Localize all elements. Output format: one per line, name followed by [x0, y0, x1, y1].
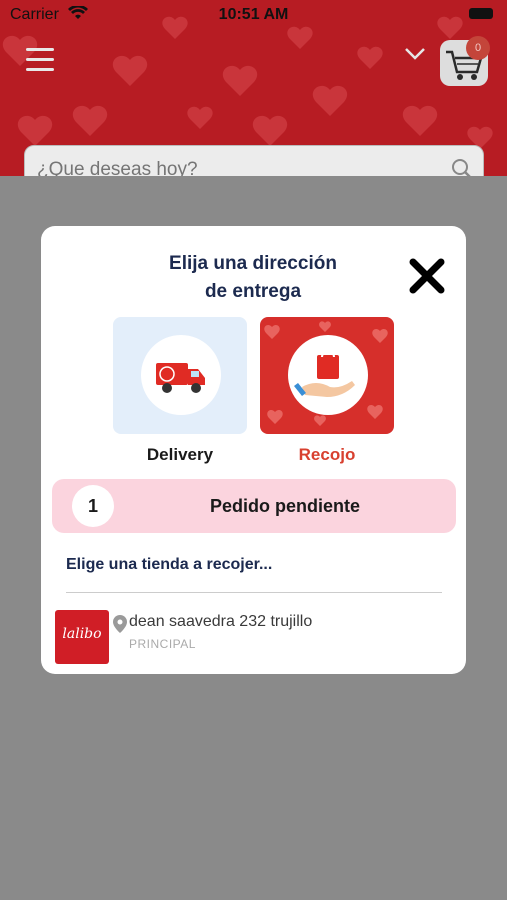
hamburger-menu-icon[interactable]: [26, 48, 54, 74]
store-logo-text: lalibo: [62, 626, 102, 642]
store-list-item[interactable]: lalibo dean saavedra 232 trujillo PRINCI…: [55, 609, 455, 665]
pending-count-badge: 1: [72, 485, 114, 527]
app-header: Carrier 10:51 AM 0: [0, 0, 507, 176]
choose-store-heading: Elige una tienda a recojer...: [66, 556, 273, 573]
delivery-option-label[interactable]: Delivery: [113, 445, 247, 465]
pending-order-label: Pedido pendiente: [209, 496, 360, 516]
store-logo: lalibo: [55, 610, 109, 664]
divider: [66, 592, 442, 593]
recojo-option-label[interactable]: Recojo: [260, 445, 394, 465]
status-time: 10:51 AM: [218, 6, 289, 23]
store-tag: PRINCIPAL: [129, 637, 196, 651]
delivery-address-modal: Elija una dirección de entrega Delivery: [41, 226, 466, 674]
delivery-icon-circle: [141, 335, 221, 415]
cart-count-badge: 0: [466, 36, 490, 60]
status-bar: Carrier 10:51 AM: [0, 4, 507, 26]
close-icon[interactable]: [407, 256, 447, 296]
recojo-icon-circle: [288, 335, 368, 415]
store-address: dean saavedra 232 trujillo: [129, 613, 313, 630]
truck-icon: [156, 363, 205, 393]
search-bar[interactable]: [24, 145, 484, 176]
search-icon[interactable]: [451, 158, 473, 176]
modal-title: Elija una dirección de entrega: [83, 250, 423, 306]
modal-title-line1: Elija una dirección: [169, 253, 337, 274]
delivery-option[interactable]: [113, 317, 247, 434]
pending-order-banner[interactable]: 1 Pedido pendiente: [52, 479, 456, 533]
shopping-bag-hand-icon: [294, 350, 355, 397]
location-pin-icon: [113, 615, 127, 633]
recojo-option[interactable]: [260, 317, 394, 434]
battery-icon: [469, 8, 493, 19]
modal-title-line2: de entrega: [204, 281, 302, 302]
search-input[interactable]: [35, 146, 439, 176]
chevron-down-icon[interactable]: [404, 44, 426, 64]
